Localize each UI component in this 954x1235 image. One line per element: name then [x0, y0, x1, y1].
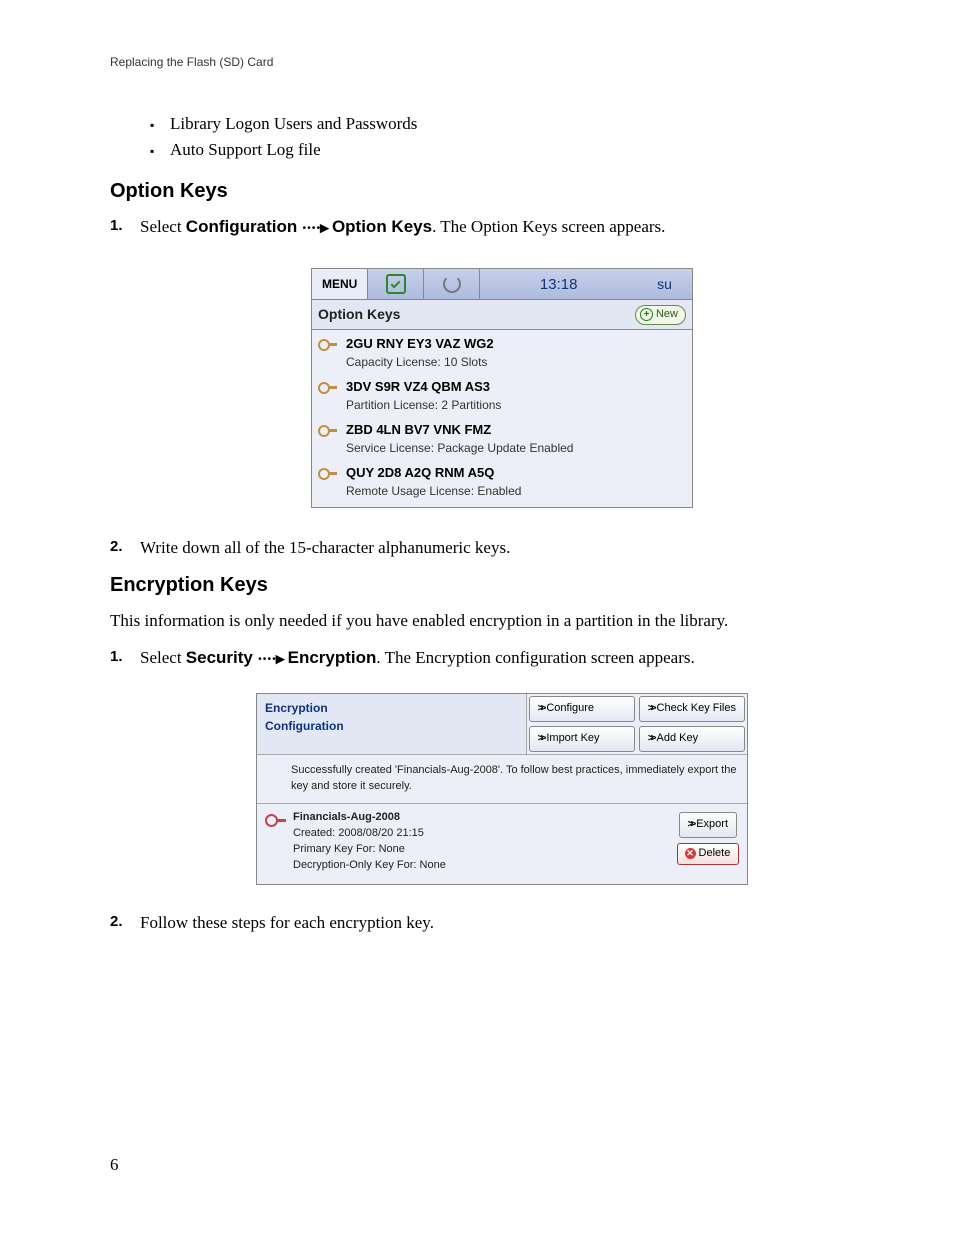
option-key-item[interactable]: 2GU RNY EY3 VAZ WG2 Capacity License: 10… — [312, 332, 692, 375]
key-icon — [318, 380, 338, 394]
status-message: Successfully created 'Financials-Aug-200… — [257, 754, 747, 804]
section-heading-encryption-keys: Encryption Keys — [110, 574, 864, 597]
paragraph: This information is only needed if you h… — [110, 609, 864, 634]
confirm-button[interactable] — [368, 269, 424, 299]
add-key-button[interactable]: >>Add Key — [639, 726, 745, 752]
screen-title: Option Keys — [318, 304, 400, 324]
configure-button[interactable]: >>Configure — [529, 696, 635, 722]
key-desc: Remote Usage License: Enabled — [346, 483, 521, 500]
chevron-icon: >> — [648, 702, 654, 717]
menu-path: Security — [186, 648, 253, 667]
menu-button[interactable]: MENU — [312, 269, 368, 299]
key-created: Created: 2008/08/20 21:15 — [293, 826, 677, 842]
option-key-list: 2GU RNY EY3 VAZ WG2 Capacity License: 10… — [312, 330, 692, 507]
menu-path: Configuration — [186, 217, 297, 236]
menu-path: Option Keys — [332, 217, 432, 236]
list-item: Auto Support Log file — [150, 140, 864, 160]
step-item: Select Configuration ····▸ Option Keys. … — [110, 215, 864, 508]
arrow-icon: ····▸ — [301, 216, 327, 241]
refresh-button[interactable] — [424, 269, 480, 299]
key-name: Financials-Aug-2008 — [293, 810, 677, 826]
arrow-icon: ····▸ — [257, 647, 283, 672]
menu-path: Encryption — [288, 648, 377, 667]
delete-icon: ✕ — [685, 848, 696, 859]
chevron-icon: >> — [648, 732, 654, 747]
key-desc: Capacity License: 10 Slots — [346, 354, 494, 371]
step-item: Select Security ····▸ Encryption. The En… — [110, 646, 864, 885]
bullet-list: Library Logon Users and Passwords Auto S… — [110, 114, 864, 160]
key-code: QUY 2D8 A2Q RNM A5Q — [346, 464, 521, 483]
key-icon — [318, 337, 338, 351]
top-bar: MENU 13:18 su — [312, 269, 692, 300]
step-item: Follow these steps for each encryption k… — [110, 911, 864, 936]
chevron-icon: >> — [688, 818, 694, 833]
new-button[interactable]: + New — [635, 305, 686, 325]
user-label: su — [637, 274, 692, 294]
key-desc: Service License: Package Update Enabled — [346, 440, 573, 457]
encryption-screenshot: Encryption Configuration >>Configure >>C… — [256, 693, 748, 885]
option-keys-screenshot: MENU 13:18 su Option Keys + New 2GU RNY … — [311, 268, 693, 507]
key-primary: Primary Key For: None — [293, 842, 677, 858]
section-heading-option-keys: Option Keys — [110, 180, 864, 203]
page-number: 6 — [110, 1155, 864, 1175]
running-header: Replacing the Flash (SD) Card — [110, 55, 864, 69]
chevron-icon: >> — [538, 702, 544, 717]
refresh-icon — [443, 275, 461, 293]
key-code: 2GU RNY EY3 VAZ WG2 — [346, 335, 494, 354]
check-icon — [386, 274, 406, 294]
key-icon — [318, 423, 338, 437]
plus-icon: + — [640, 308, 653, 321]
key-code: 3DV S9R VZ4 QBM AS3 — [346, 378, 501, 397]
clock-display: 13:18 — [480, 274, 637, 296]
export-button[interactable]: >>Export — [679, 812, 737, 838]
check-key-files-button[interactable]: >>Check Key Files — [639, 696, 745, 722]
key-code: ZBD 4LN BV7 VNK FMZ — [346, 421, 573, 440]
key-icon — [265, 812, 287, 828]
list-item: Library Logon Users and Passwords — [150, 114, 864, 134]
key-decrypt: Decryption-Only Key For: None — [293, 858, 677, 874]
option-key-item[interactable]: ZBD 4LN BV7 VNK FMZ Service License: Pac… — [312, 418, 692, 461]
encryption-key-details: Financials-Aug-2008 Created: 2008/08/20 … — [293, 810, 677, 874]
screen-title-block: Encryption Configuration — [257, 694, 527, 754]
key-icon — [318, 466, 338, 480]
key-desc: Partition License: 2 Partitions — [346, 397, 501, 414]
option-key-item[interactable]: 3DV S9R VZ4 QBM AS3 Partition License: 2… — [312, 375, 692, 418]
step-item: Write down all of the 15-character alpha… — [110, 536, 864, 561]
delete-button[interactable]: ✕Delete — [677, 843, 739, 865]
option-key-item[interactable]: QUY 2D8 A2Q RNM A5Q Remote Usage License… — [312, 461, 692, 504]
import-key-button[interactable]: >>Import Key — [529, 726, 635, 752]
chevron-icon: >> — [538, 732, 544, 747]
